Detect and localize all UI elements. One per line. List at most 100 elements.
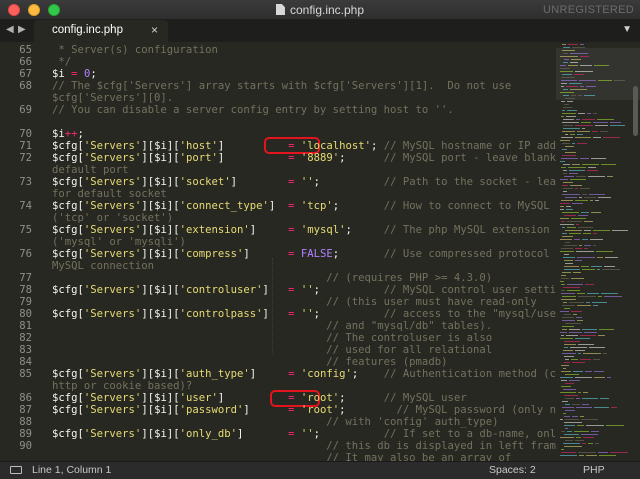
code-token: 'config'	[300, 368, 352, 380]
code-line[interactable]: // It may also be an array of	[52, 452, 511, 461]
code-token: ;	[339, 152, 384, 164]
minimap-line	[563, 62, 568, 63]
code-token: ;	[339, 392, 384, 404]
code-token: ''	[300, 176, 314, 188]
code-line[interactable]: $cfg['Servers'][$i]['compress'] = FALSE;…	[52, 248, 556, 260]
code-line[interactable]: $cfg['Servers'][$i]['auth_type'] = 'conf…	[52, 368, 556, 380]
minimap-line	[584, 95, 595, 96]
panel-toggle-icon[interactable]	[10, 466, 22, 474]
minimap-line	[588, 167, 596, 168]
indentation-setting[interactable]: Spaces: 2	[489, 464, 536, 476]
code-line[interactable]: // this db is displayed in left frame	[52, 440, 556, 452]
code-line[interactable]: $cfg['Servers'][$i]['only_db'] = ''; // …	[52, 428, 556, 440]
code-line[interactable]: $cfg['Servers'][$i]['extension'] = 'mysq…	[52, 224, 556, 236]
minimap-line	[593, 359, 600, 360]
code-token: ;	[313, 428, 384, 440]
minimap-line	[582, 119, 595, 120]
code-line[interactable]: $cfg['Servers'][$i]['controluser'] = '';…	[52, 284, 556, 296]
minimap-line	[562, 194, 580, 195]
code-line[interactable]: // and "mysql/db" tables).	[52, 320, 492, 332]
minimap-line	[576, 224, 579, 225]
code-line[interactable]: // features (pmadb)	[52, 356, 447, 368]
code-token: ]	[217, 392, 289, 404]
cursor-position[interactable]: Line 1, Column 1	[32, 464, 111, 476]
minimap-line	[583, 233, 591, 234]
code-token: 'user'	[179, 392, 218, 404]
minimap-line	[569, 332, 582, 333]
minimap-line	[563, 164, 570, 165]
tab-config-inc-php[interactable]: config.inc.php ×	[34, 20, 168, 42]
vertical-scrollbar[interactable]	[633, 86, 638, 136]
minimap-line	[579, 455, 584, 456]
code-line[interactable]: MySQL connection	[52, 260, 154, 272]
code-line[interactable]: // You can disable a server config entry…	[52, 104, 454, 116]
minimap-line	[593, 305, 598, 306]
minimap-line	[576, 437, 581, 438]
close-icon[interactable]: ×	[151, 23, 158, 37]
minimap-line	[594, 65, 609, 66]
code-line[interactable]: $cfg['Servers'][$i]['user'] = 'root'; //…	[52, 392, 467, 404]
code-token: $cfg	[52, 200, 78, 212]
code-token: $i	[154, 176, 167, 188]
code-line[interactable]: */	[52, 56, 71, 68]
code-line[interactable]: for default socket	[52, 188, 167, 200]
code-token: ][	[166, 308, 180, 320]
minimap-line	[575, 350, 585, 351]
code-line[interactable]: $i++;	[52, 128, 84, 140]
code-line[interactable]: $cfg['Servers'][$i]['password'] = 'root'…	[52, 404, 556, 416]
minimap-line	[575, 377, 592, 378]
code-token: ;	[339, 404, 397, 416]
chevron-left-icon[interactable]: ◀	[6, 24, 14, 35]
code-token: 'Servers'	[83, 428, 142, 440]
code-editor[interactable]: 65 66 67 68 69 70 71 72 73 74 75 76 77 78 79 80 81 82 83 84…	[0, 42, 556, 461]
code-token: $i	[154, 248, 167, 260]
code-line[interactable]: $cfg['Servers'][$i]['port'] = '8889'; //…	[52, 152, 556, 164]
code-token: $i	[154, 392, 167, 404]
minimap-line	[611, 407, 617, 408]
chevron-right-icon[interactable]: ▶	[18, 24, 26, 35]
code-line[interactable]: $i = 0;	[52, 68, 97, 80]
chevron-down-icon[interactable]: ▼	[622, 24, 632, 35]
code-area[interactable]: * Server(s) configuration */$i = 0;// Th…	[52, 42, 556, 461]
minimap-line	[569, 380, 580, 381]
code-line[interactable]: // The controluser is also	[52, 332, 492, 344]
code-line[interactable]: $cfg['Servers'][$i]['controlpass'] = '';…	[52, 308, 556, 320]
code-line[interactable]: $cfg['Servers'][$i]['host'] = 'localhost…	[52, 140, 556, 152]
minimap-line	[563, 119, 574, 120]
code-line[interactable]: ('mysql' or 'mysqli')	[52, 236, 186, 248]
minimap-line	[577, 131, 590, 132]
syntax-selector[interactable]: PHP	[583, 464, 605, 476]
minimap-line	[562, 122, 579, 123]
code-line[interactable]: $cfg['Servers'][$i]['connect_type'] = 't…	[52, 200, 556, 212]
minimap-line	[565, 410, 575, 411]
code-token: default port	[52, 164, 129, 176]
code-token: $i	[154, 140, 167, 152]
code-token: ][	[141, 152, 155, 164]
minimap-line	[594, 371, 604, 372]
code-line[interactable]: default port	[52, 164, 129, 176]
code-token: // Use compressed protocol for the	[383, 248, 556, 260]
code-line[interactable]: $cfg['Servers'][0].	[52, 92, 173, 104]
code-line[interactable]: * Server(s) configuration	[52, 44, 217, 56]
code-line[interactable]: // with 'config' auth_type)	[52, 416, 498, 428]
code-line[interactable]: // used for all relational	[52, 344, 492, 356]
code-line[interactable]: $cfg['Servers'][$i]['socket'] = ''; // P…	[52, 176, 556, 188]
line-number: 80	[19, 308, 32, 320]
minimap-line	[560, 161, 565, 162]
minimap-line	[604, 296, 622, 297]
minimap-line	[561, 248, 573, 249]
code-token: */	[52, 56, 72, 68]
code-line[interactable]: // The $cfg['Servers'] array starts with…	[52, 80, 511, 92]
minimap-line	[588, 176, 605, 177]
code-token: ][	[166, 152, 180, 164]
status-bar: Line 1, Column 1 Spaces: 2 PHP	[0, 461, 640, 479]
minimap-line	[585, 371, 592, 372]
minimap-line	[571, 95, 576, 96]
minimap-line	[593, 137, 601, 138]
code-line[interactable]: http or cookie based)?	[52, 380, 192, 392]
code-line[interactable]: ('tcp' or 'socket')	[52, 212, 173, 224]
code-line[interactable]: // (this user must have read-only	[52, 296, 536, 308]
code-line[interactable]: // (requires PHP >= 4.3.0)	[52, 272, 492, 284]
minimap-line	[569, 302, 584, 303]
minimap[interactable]	[556, 42, 640, 461]
